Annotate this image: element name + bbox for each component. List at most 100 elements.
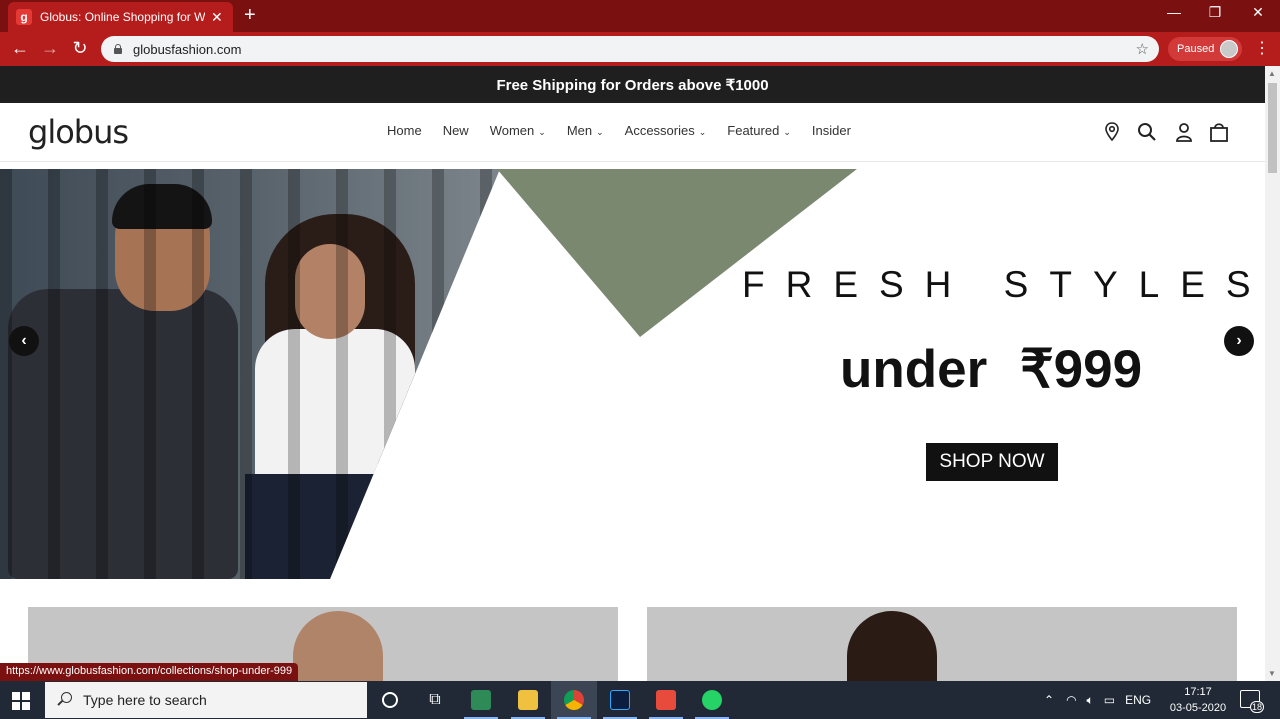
taskbar-app-explorer[interactable] [505,681,551,719]
whatsapp-icon [702,690,722,710]
taskbar-app-chrome[interactable] [551,681,597,719]
scroll-down-icon[interactable]: ▼ [1268,669,1276,678]
nav-label: Men [566,123,593,138]
model-woman-image [255,329,415,579]
battery-icon[interactable]: ▭ [1104,693,1115,707]
chevron-down-icon: ⌄ [538,127,546,137]
back-icon[interactable]: ← [9,38,31,59]
model-woman-hair [265,214,415,464]
carousel-next-button[interactable]: › [1224,326,1254,356]
address-url[interactable]: globusfashion.com [133,42,241,57]
nav-insider[interactable]: Insider [812,123,851,138]
address-bar[interactable]: globusfashion.com ☆ [101,36,1159,62]
search-icon [57,692,73,708]
chrome-icon [564,690,584,710]
model-man-thumbnail [847,611,937,681]
minimize-icon[interactable]: — [1154,4,1194,20]
notification-count-badge: 18 [1250,701,1265,713]
chevron-down-icon: ⌄ [783,127,791,137]
taskbar-app-sheets[interactable] [458,681,504,719]
cortana-icon[interactable] [367,681,413,719]
task-view-icon[interactable]: ⧉ [412,681,458,719]
nav-home[interactable]: Home [387,123,422,138]
chevron-down-icon: ⌄ [596,127,604,137]
hero-price-line: under ₹999 [840,340,1143,399]
nav-label: New [442,123,469,138]
location-pin-icon[interactable] [1101,121,1123,143]
scroll-thumb[interactable] [1268,83,1277,173]
nav-accessories[interactable]: Accessories ⌄ [625,123,707,138]
model-woman-thumbnail [293,611,383,681]
lock-icon[interactable] [113,44,123,54]
anydesk-icon [656,690,676,710]
avatar [1220,40,1238,58]
profile-status: Paused [1177,43,1215,55]
model-man-face [115,191,210,311]
photoshop-icon [610,690,630,710]
reload-icon[interactable]: ↻ [69,38,91,59]
nav-label: Featured [727,123,780,138]
carousel-prev-button[interactable]: ‹ [9,326,39,356]
announcement-bar: Free Shipping for Orders above ₹1000 [0,66,1265,103]
model-woman-skirt [245,474,395,579]
taskbar-search[interactable]: Type here to search [45,682,367,718]
nav-men[interactable]: Men ⌄ [567,123,604,138]
search-icon[interactable] [1136,121,1158,143]
model-man-hair [112,184,212,229]
shop-now-button[interactable]: SHOP NOW [926,443,1058,481]
scroll-up-icon[interactable]: ▲ [1268,69,1276,78]
hero-headline: FRESH STYLES [742,264,1265,305]
globus-favicon-icon: g [16,9,32,25]
chevron-left-icon: ‹ [21,332,27,349]
profile-button[interactable]: Paused [1168,37,1242,61]
clock-time: 17:17 [1184,686,1212,698]
tab-close-icon[interactable]: ✕ [211,9,223,26]
taskbar-app-anydesk[interactable] [643,681,689,719]
system-tray: ⌃ ◠ 🔈︎ ▭ ENG [1044,681,1151,719]
tab-title: Globus: Online Shopping for Women [40,10,205,24]
nav-featured[interactable]: Featured ⌄ [727,123,791,138]
browser-tabstrip: g Globus: Online Shopping for Women ✕ + … [0,0,1280,32]
taskbar-app-photoshop[interactable] [597,681,643,719]
nav-women[interactable]: Women ⌄ [490,123,546,138]
chevron-up-icon[interactable]: ⌃ [1044,693,1054,707]
browser-tab-active[interactable]: g Globus: Online Shopping for Women ✕ [8,2,233,32]
nav-label: Home [387,123,422,138]
clock-date: 03-05-2020 [1169,702,1227,714]
site-header: globus Home New Women ⌄ Men ⌄ Accessories ⌄… [0,103,1265,162]
taskbar-search-placeholder: Type here to search [83,692,207,708]
account-icon[interactable] [1173,121,1195,143]
new-tab-icon[interactable]: + [244,4,256,27]
hero-banner[interactable]: FRESH STYLES under ₹999 SHOP NOW ‹ › [0,169,1265,579]
collection-card-men[interactable] [647,607,1237,681]
bookmark-star-icon[interactable]: ☆ [1136,40,1149,58]
browser-toolbar: ← → ↻ globusfashion.com ☆ Paused ⋮ [0,32,1280,66]
forward-icon[interactable]: → [39,38,61,59]
close-window-icon[interactable]: ✕ [1238,4,1278,21]
windows-start-icon[interactable] [12,692,30,710]
site-logo[interactable]: globus [28,113,129,151]
nav-label: Insider [811,123,851,138]
wifi-icon[interactable]: ◠ [1066,693,1076,707]
file-explorer-icon [518,690,538,710]
web-page: Free Shipping for Orders above ₹1000 glo… [0,66,1265,681]
chevron-right-icon: › [1236,332,1242,349]
nav-new[interactable]: New [443,123,469,138]
taskbar-clock[interactable]: 17:17 03-05-2020 [1160,684,1236,716]
taskbar-app-whatsapp[interactable] [689,681,735,719]
spreadsheet-app-icon [471,690,491,710]
volume-icon[interactable]: 🔈︎ [1087,693,1094,708]
nav-label: Women [489,123,535,138]
restore-icon[interactable]: ❐ [1195,4,1235,21]
language-indicator[interactable]: ENG [1125,693,1151,707]
nav-label: Accessories [624,123,695,138]
model-woman-face [295,244,365,339]
chevron-down-icon: ⌄ [698,127,707,137]
windows-taskbar: Type here to search ⧉ ⌃ ◠ 🔈︎ ▭ ENG 17:17… [0,681,1280,719]
page-scrollbar[interactable]: ▲ ▼ [1265,66,1280,681]
link-status-bar: https://www.globusfashion.com/collection… [0,663,299,681]
main-nav: Home New Women ⌄ Men ⌄ Accessories ⌄ Featur… [387,123,872,138]
bag-icon[interactable] [1208,121,1230,143]
model-man-image [8,289,238,579]
browser-menu-icon[interactable]: ⋮ [1254,38,1270,58]
